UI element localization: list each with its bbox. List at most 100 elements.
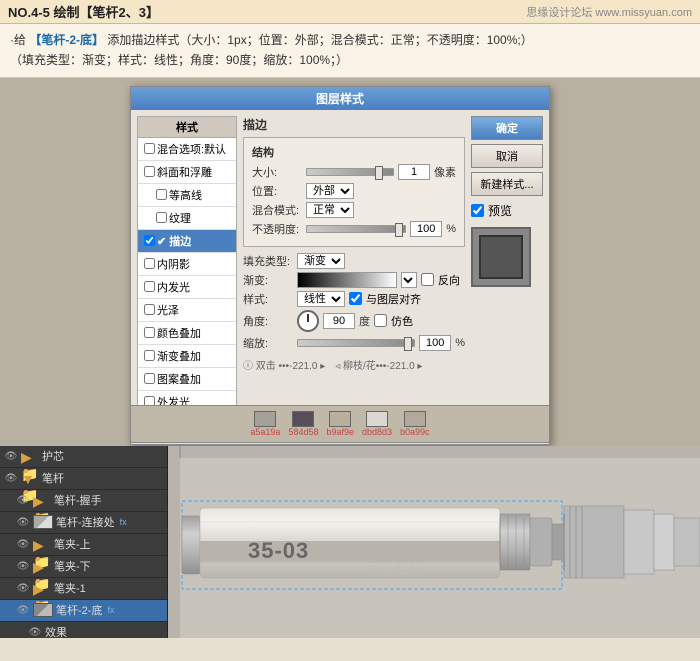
fx-biegan-2-di: fx bbox=[107, 605, 114, 615]
gradient-preview[interactable] bbox=[297, 272, 397, 288]
pattern-overlay-checkbox[interactable] bbox=[144, 373, 155, 384]
scale-slider[interactable] bbox=[297, 339, 415, 347]
angle-unit: 度 bbox=[359, 313, 370, 329]
style-item-color-overlay[interactable]: 颜色叠加 bbox=[138, 322, 236, 345]
scale-input[interactable] bbox=[419, 335, 451, 351]
angle-input[interactable] bbox=[323, 313, 355, 329]
style-item-contour[interactable]: 等高线 bbox=[138, 184, 236, 207]
eye-icon-huxin[interactable]: 👁 bbox=[4, 449, 18, 463]
contour-checkbox[interactable] bbox=[156, 189, 167, 200]
layer-name-biajia-xia: 笔夹-下 bbox=[54, 558, 91, 574]
layer-row-biegan-2-di[interactable]: 👁 笔杆-2-底 fx bbox=[0, 600, 167, 622]
folder-icon-biajia-1: ▶ 📁 bbox=[33, 581, 51, 595]
layer-row-biajia-shang[interactable]: 👁 ▶ 📁 笔夹-上 bbox=[0, 534, 167, 556]
color-overlay-checkbox[interactable] bbox=[144, 327, 155, 338]
reverse-checkbox[interactable] bbox=[421, 273, 434, 286]
layer-row-effects[interactable]: 👁 效果 bbox=[0, 622, 167, 638]
svg-text:35-03: 35-03 bbox=[248, 538, 309, 563]
inner-shadow-checkbox[interactable] bbox=[144, 258, 155, 269]
style-item-inner-glow[interactable]: 内发光 bbox=[138, 276, 236, 299]
style-item-satin[interactable]: 光泽 bbox=[138, 299, 236, 322]
position-label: 位置: bbox=[252, 183, 302, 199]
scale-unit: % bbox=[455, 337, 465, 349]
eye-icon-lianjiechu[interactable]: 👁 bbox=[16, 515, 30, 529]
align-layer-label: 与图层对齐 bbox=[366, 291, 421, 307]
style-item-bevel[interactable]: 斜面和浮雕 bbox=[138, 161, 236, 184]
instruction-line2: （填充类型：渐变；样式：线性；角度：90度；缩放：100%；） bbox=[10, 50, 690, 70]
opacity-slider[interactable] bbox=[306, 225, 406, 233]
fill-type-select[interactable]: 渐变 颜色 图案 bbox=[297, 253, 345, 269]
align-layer-checkbox[interactable] bbox=[349, 292, 362, 305]
gradient-row: 渐变: 反向 bbox=[243, 272, 465, 288]
layer-row-lianjiechu[interactable]: 👁 笔杆-连接处 fx bbox=[0, 512, 167, 534]
eye-icon-biajia-xia[interactable]: 👁 bbox=[16, 559, 30, 573]
size-slider[interactable] bbox=[306, 168, 394, 176]
buttons-panel: 确定 取消 新建样式... 预览 bbox=[471, 116, 543, 438]
layer-row-woshou[interactable]: 👁 ▶ 📁 笔杆-握手 bbox=[0, 490, 167, 512]
eye-icon-biajia-shang[interactable]: 👁 bbox=[16, 537, 30, 551]
texture-checkbox[interactable] bbox=[156, 212, 167, 223]
folder-icon-woshou: ▶ 📁 bbox=[33, 493, 51, 507]
gradient-label: 渐变: bbox=[243, 272, 293, 288]
preview-toggle: 预览 bbox=[471, 202, 543, 219]
angle-dial[interactable] bbox=[297, 310, 319, 332]
swatch-584d58[interactable]: 584d58 bbox=[288, 411, 318, 437]
eye-icon-biajia-1[interactable]: 👁 bbox=[16, 581, 30, 595]
style-item-inner-shadow[interactable]: 内阴影 bbox=[138, 253, 236, 276]
scale-label: 缩放: bbox=[243, 335, 293, 351]
style-item-stroke[interactable]: ✔ 描边 bbox=[138, 230, 236, 253]
style-item-blend[interactable]: 混合选项:默认 bbox=[138, 138, 236, 161]
thumb-lianjiechu bbox=[33, 515, 53, 529]
preview-label: 预览 bbox=[488, 202, 512, 219]
swatch-b0a99c[interactable]: b0a99c bbox=[400, 411, 430, 437]
layer-row-biegan[interactable]: 👁 ▼ 📁 笔杆 bbox=[0, 468, 167, 490]
gradient-overlay-checkbox[interactable] bbox=[144, 350, 155, 361]
faking-label: 仿色 bbox=[391, 313, 413, 329]
angle-row: 角度: 度 仿色 bbox=[243, 310, 465, 332]
style-item-texture[interactable]: 纹理 bbox=[138, 207, 236, 230]
inner-glow-checkbox[interactable] bbox=[144, 281, 155, 292]
size-input[interactable] bbox=[398, 164, 430, 180]
satin-checkbox[interactable] bbox=[144, 304, 155, 315]
style-select[interactable]: 线性 bbox=[297, 291, 345, 307]
blend-checkbox[interactable] bbox=[144, 143, 155, 154]
blend-mode-select[interactable]: 正常 bbox=[306, 202, 354, 218]
eye-icon-biegan-2-di[interactable]: 👁 bbox=[16, 603, 30, 617]
style-item-gradient-overlay[interactable]: 渐变叠加 bbox=[138, 345, 236, 368]
site-info: 思缘设计论坛 www.missyuan.com bbox=[526, 4, 692, 20]
folder-icon-biegan: ▼ 📁 bbox=[21, 471, 39, 485]
preview-checkbox[interactable] bbox=[471, 204, 484, 217]
layer-row-biajia-1[interactable]: 👁 ▶ 📁 笔夹-1 bbox=[0, 578, 167, 600]
swatch-a5a19a[interactable]: a5a19a bbox=[250, 411, 280, 437]
style-item-pattern-overlay[interactable]: 图案叠加 bbox=[138, 368, 236, 391]
layer-name-biajia-1: 笔夹-1 bbox=[54, 580, 86, 596]
eye-icon-woshou[interactable]: 👁 bbox=[16, 493, 30, 507]
eye-icon-biegan[interactable]: 👁 bbox=[4, 471, 18, 485]
new-style-button[interactable]: 新建样式... bbox=[471, 172, 543, 196]
gradient-dropdown[interactable] bbox=[401, 272, 417, 288]
styles-panel: 样式 混合选项:默认 斜面和浮雕 等高线 bbox=[137, 116, 237, 438]
angle-label: 角度: bbox=[243, 313, 293, 329]
layers-panel: 👁 ▶ 📁 护芯 👁 ▼ 📁 笔杆 👁 ▶ 📁 笔杆-握手 👁 笔杆-连接处 bbox=[0, 446, 168, 638]
size-unit: 像素 bbox=[434, 164, 456, 180]
svg-text:tegulator: tegulator bbox=[368, 561, 427, 578]
layer-row-biajia-xia[interactable]: 👁 ▶ 📁 笔夹-下 bbox=[0, 556, 167, 578]
opacity-unit: % bbox=[446, 223, 456, 235]
layer-name-huxin: 护芯 bbox=[42, 448, 64, 464]
eye-icon-effects[interactable]: 👁 bbox=[28, 625, 42, 638]
swatch-dbd8d3[interactable]: dbd8d3 bbox=[362, 411, 392, 437]
stroke-checkbox[interactable] bbox=[144, 235, 155, 246]
swatch-b9af9e[interactable]: b9af9e bbox=[326, 411, 354, 437]
position-select[interactable]: 外部 内部 居中 bbox=[306, 183, 354, 199]
thumb-biegan-2-di bbox=[33, 603, 53, 617]
bevel-checkbox[interactable] bbox=[144, 166, 155, 177]
layer-row-huxin[interactable]: 👁 ▶ 📁 护芯 bbox=[0, 446, 167, 468]
cancel-button[interactable]: 取消 bbox=[471, 144, 543, 168]
confirm-button[interactable]: 确定 bbox=[471, 116, 543, 140]
folder-icon-huxin: ▶ 📁 bbox=[21, 449, 39, 463]
opacity-row: 不透明度: % bbox=[252, 221, 456, 237]
fx-lianjiechu: fx bbox=[120, 517, 127, 527]
opacity-input[interactable] bbox=[410, 221, 442, 237]
faking-checkbox[interactable] bbox=[374, 314, 387, 327]
size-row: 大小: 像素 bbox=[252, 164, 456, 180]
